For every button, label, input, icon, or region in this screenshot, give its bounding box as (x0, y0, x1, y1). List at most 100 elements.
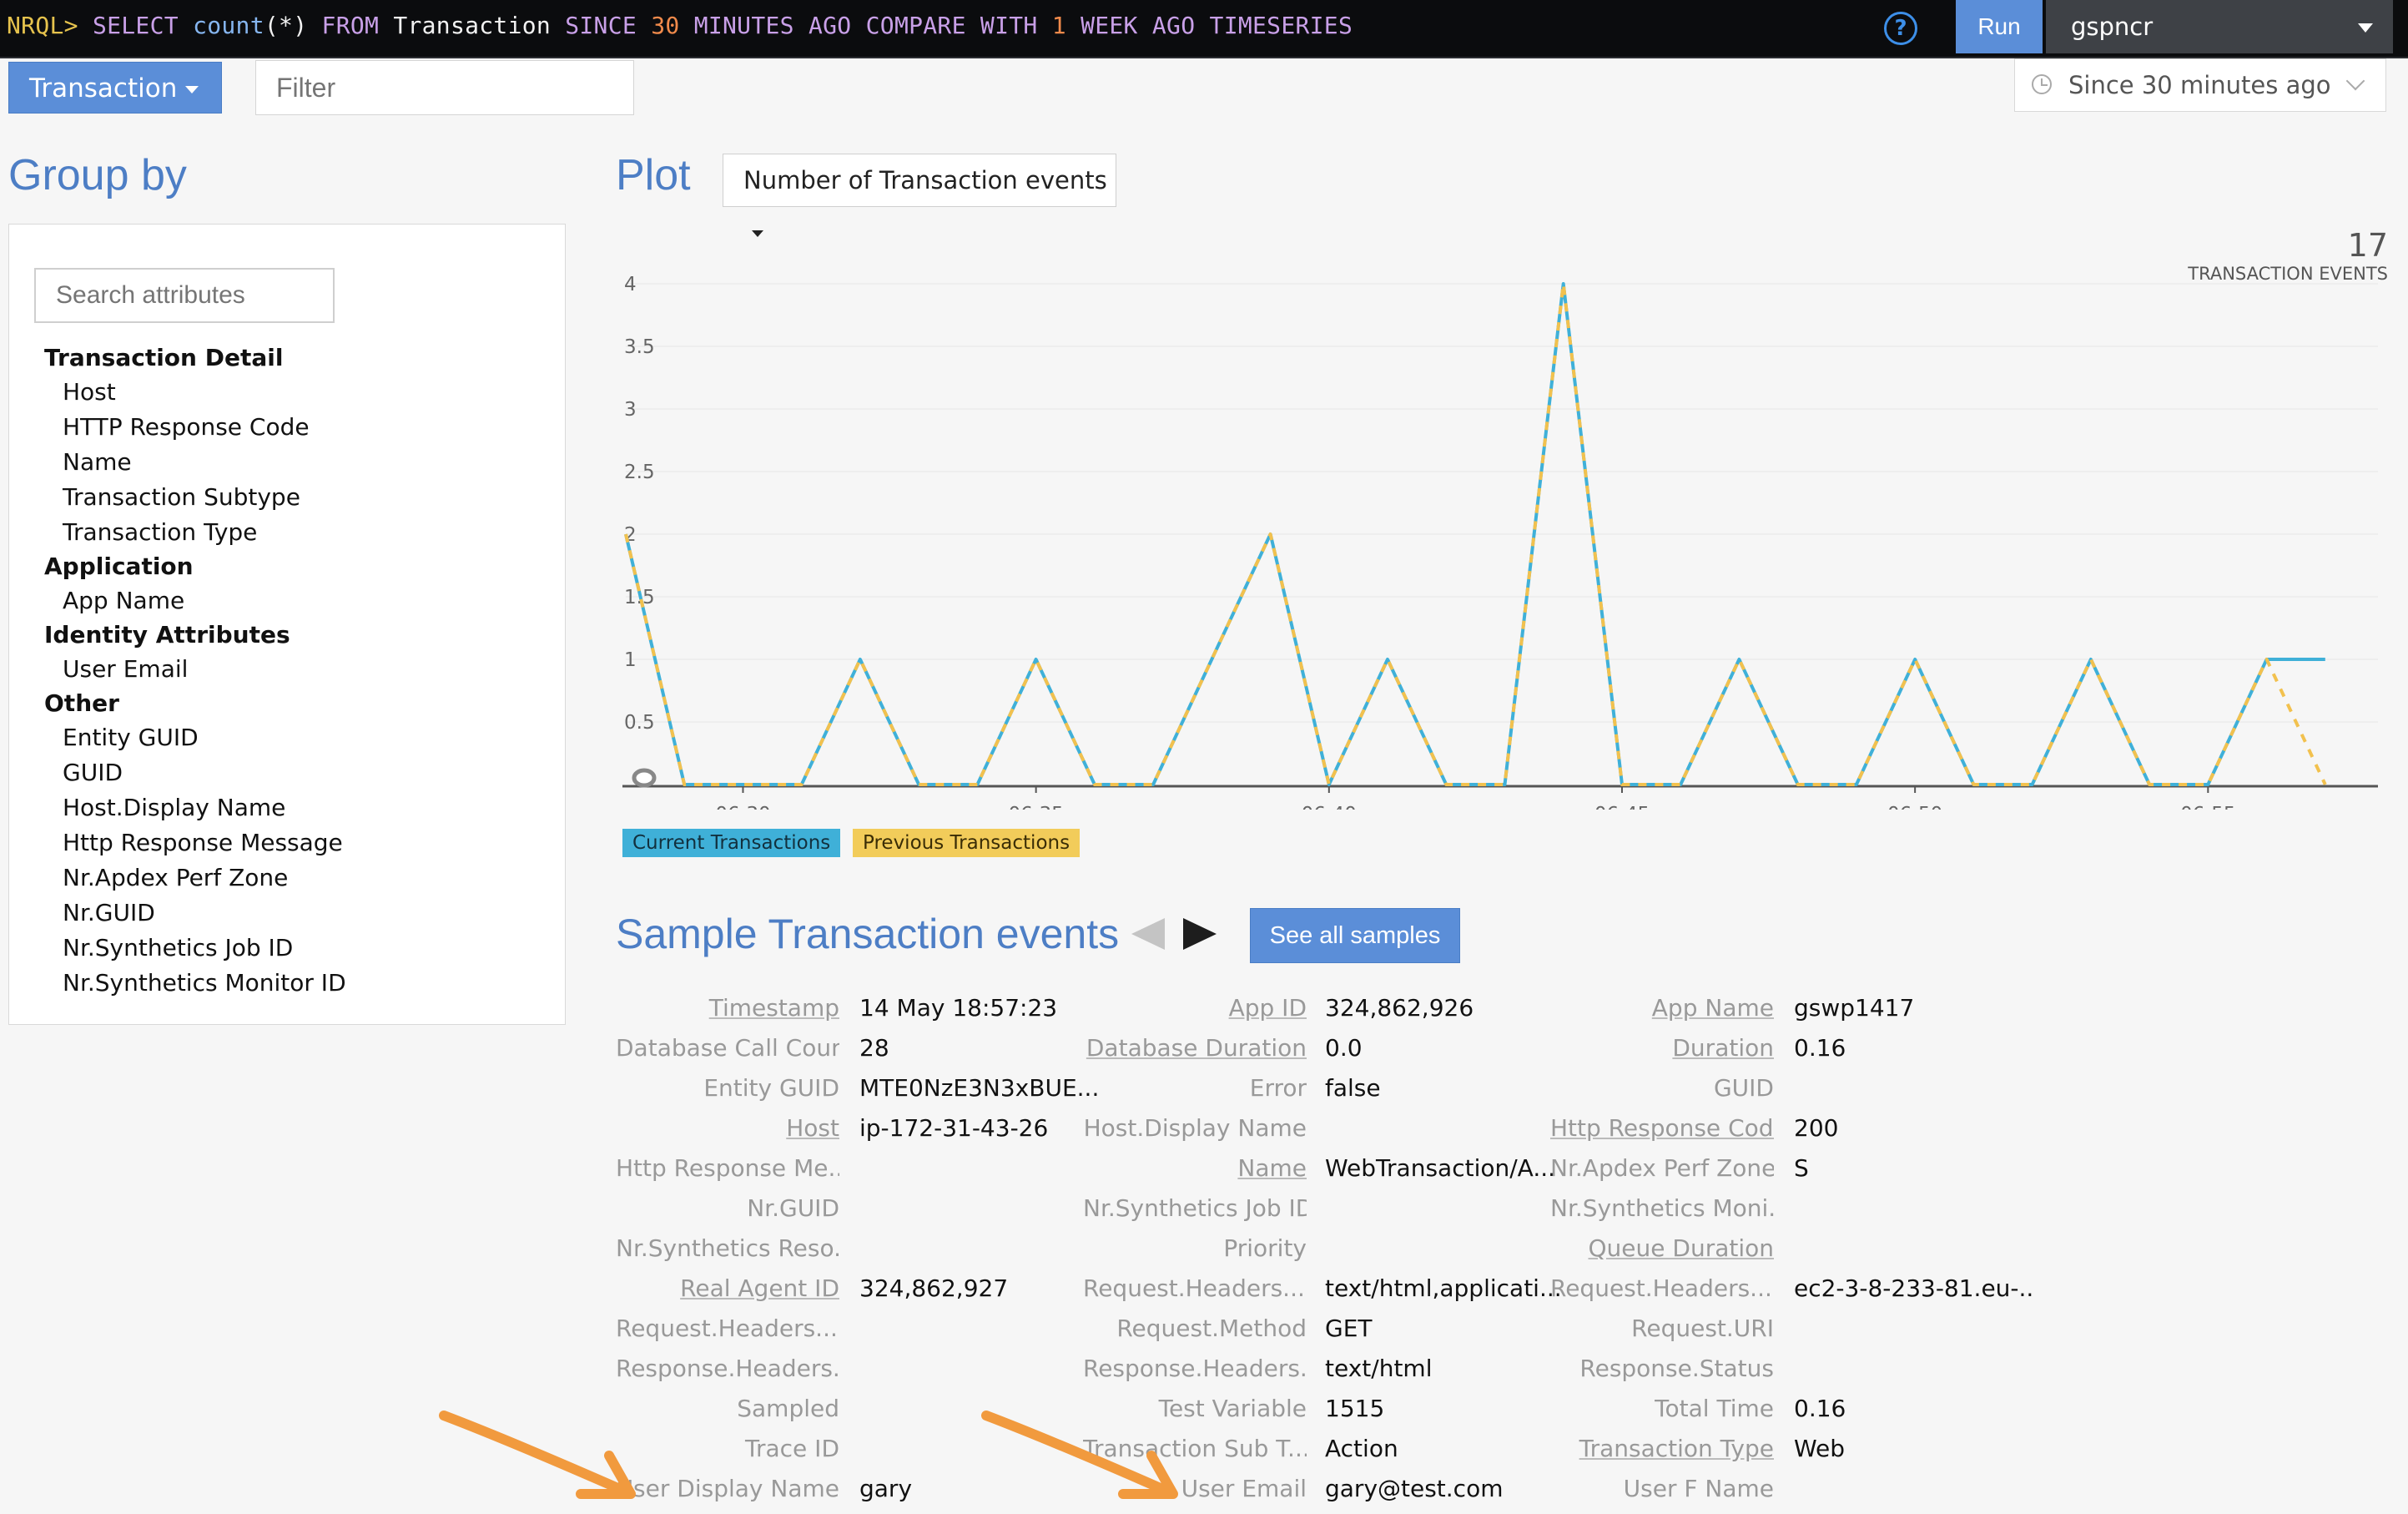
sample-attribute-label-text: Nr.Synthetics Job ID (1083, 1194, 1307, 1222)
run-button[interactable]: Run (1956, 0, 2043, 53)
nrql-token (179, 12, 193, 39)
sample-attribute-label-text: Real Agent ID (680, 1274, 839, 1302)
time-range-label: Since 30 minutes ago (2068, 71, 2331, 99)
sample-attribute-label-text: Response.Headers... (616, 1355, 839, 1382)
sample-attribute-label: Http Response Me... (616, 1153, 839, 1183)
help-icon[interactable]: ? (1884, 12, 1917, 45)
nrql-token (1066, 12, 1081, 39)
nrql-token: SELECT (92, 12, 179, 39)
y-tick-label: 3 (624, 399, 637, 421)
nrql-query-input[interactable]: NRQL> SELECT count(*) FROM Transaction S… (7, 12, 1353, 39)
filter-input[interactable] (255, 60, 634, 115)
attribute-item[interactable]: Nr.Apdex Perf Zone (44, 860, 545, 896)
y-tick-label: 0.5 (624, 712, 655, 734)
nrql-token (851, 12, 865, 39)
account-select[interactable]: gspncr (2046, 0, 2393, 53)
sample-attribute-label: User F Name (1550, 1474, 1774, 1504)
attribute-item[interactable]: Host (44, 375, 545, 410)
sample-attribute-label: Entity GUID (616, 1073, 839, 1103)
sample-attribute-label-text: Entity GUID (703, 1074, 839, 1102)
x-tick-label: 06:55 (2180, 804, 2235, 810)
attribute-item[interactable]: App Name (44, 583, 545, 618)
next-sample-icon[interactable] (1183, 918, 1217, 950)
sample-attribute-label-text: Transaction Type (1579, 1435, 1774, 1462)
sample-attribute-value (1794, 1073, 2036, 1103)
sample-attribute-value (859, 1153, 1101, 1183)
sample-attribute-value: S (1794, 1154, 1809, 1182)
sample-attribute-value: Web (1794, 1435, 1846, 1462)
attribute-item[interactable]: GUID (44, 755, 545, 790)
nrql-token: MINUTES (693, 12, 794, 39)
attribute-item[interactable]: Nr.Synthetics Monitor ID (44, 966, 545, 1001)
sample-attribute-label[interactable]: Duration (1550, 1033, 1774, 1063)
event-type-label: Transaction (29, 73, 178, 103)
nrql-token: WITH (980, 12, 1038, 39)
previous-sample-icon[interactable] (1131, 918, 1165, 950)
sample-attribute-label: Nr.Apdex Perf Zone (1550, 1153, 1774, 1183)
sample-attribute-label: Total Time (1550, 1394, 1774, 1424)
sample-attribute-value: 200 (1794, 1114, 1839, 1142)
sample-attribute-value (1325, 1234, 1567, 1264)
account-name: gspncr (2071, 13, 2154, 41)
nrql-token: 1 (1051, 12, 1066, 39)
legend-previous-transactions[interactable]: Previous Transactions (853, 829, 1081, 857)
attribute-item[interactable]: Nr.GUID (44, 896, 545, 931)
annotation-arrow (439, 1411, 636, 1499)
sample-attribute-label[interactable]: Transaction Type (1550, 1434, 1774, 1464)
nrql-token: WEEK (1081, 12, 1138, 39)
sample-attribute-label: Nr.Synthetics Reso... (616, 1234, 839, 1264)
x-tick-label: 06:40 (1302, 804, 1357, 810)
attribute-search-input[interactable] (34, 268, 335, 323)
attribute-item[interactable]: Transaction Type (44, 515, 545, 550)
sample-attribute-label-text: Http Response Me... (616, 1154, 839, 1182)
nrql-token (680, 12, 694, 39)
sample-attribute-label-text: Response.Headers.... (1083, 1355, 1307, 1382)
nrql-token: 30 (651, 12, 680, 39)
x-tick-label: 06:50 (1887, 804, 1942, 810)
attribute-item[interactable]: Entity GUID (44, 720, 545, 755)
nrql-token (1038, 12, 1052, 39)
sample-attribute-value (859, 1234, 1101, 1264)
plot-metric-dropdown[interactable]: Number of Transaction events (723, 154, 1116, 237)
x-tick-label: 06:35 (1008, 804, 1063, 810)
attribute-item[interactable]: User Email (44, 652, 545, 687)
sample-attribute-label-text: User Email (1181, 1475, 1307, 1502)
attribute-item[interactable]: Nr.Synthetics Job ID (44, 931, 545, 966)
see-all-samples-button[interactable]: See all samples (1250, 908, 1460, 963)
sample-attribute-label: Response.Headers.... (1083, 1354, 1307, 1384)
attribute-item[interactable]: HTTP Response Code (44, 410, 545, 445)
sample-attribute-value: gary@test.com (1325, 1475, 1504, 1502)
sample-attribute-value: 14 May 18:57:23 (859, 994, 1058, 1022)
chart-scrubber-icon[interactable] (632, 768, 657, 788)
sample-attribute-label[interactable]: App Name (1550, 993, 1774, 1023)
legend-current-transactions[interactable]: Current Transactions (622, 829, 841, 857)
sample-attribute-label: Error (1083, 1073, 1307, 1103)
time-range-select[interactable]: Since 30 minutes ago (2014, 58, 2386, 112)
y-tick-label: 4 (624, 274, 637, 295)
sample-attribute-label-text: App ID (1228, 994, 1307, 1022)
y-tick-label: 3.5 (624, 336, 655, 358)
event-type-dropdown[interactable]: Transaction (8, 62, 222, 114)
sample-attribute-label[interactable]: Database Duration (1083, 1033, 1307, 1063)
sample-attribute-label: Priority (1083, 1234, 1307, 1264)
sample-attribute-label[interactable]: Name (1083, 1153, 1307, 1183)
nrql-token: FROM (321, 12, 380, 39)
sample-attribute-label[interactable]: App ID (1083, 993, 1307, 1023)
sample-attribute-value: GET (1325, 1315, 1373, 1342)
caret-down-icon (2358, 23, 2373, 33)
sample-attribute-label[interactable]: Queue Duration (1550, 1234, 1775, 1264)
sample-attribute-label[interactable]: Real Agent ID (616, 1274, 839, 1304)
sample-attribute-value (1325, 1113, 1567, 1143)
sample-attribute-label[interactable]: Http Response Code (1550, 1113, 1774, 1143)
annotation-arrow (981, 1411, 1178, 1499)
sample-attribute-value (859, 1354, 1101, 1384)
sample-attribute-label[interactable]: Timestamp (616, 993, 839, 1023)
sample-attribute-label: GUID (1550, 1073, 1774, 1103)
sample-attribute-label[interactable]: Host (616, 1113, 839, 1143)
attribute-item[interactable]: Transaction Subtype (44, 480, 545, 515)
attribute-item[interactable]: Name (44, 445, 545, 480)
attribute-item[interactable]: Http Response Message (44, 825, 545, 860)
sample-attribute-value (1794, 1314, 2036, 1344)
attribute-item[interactable]: Host.Display Name (44, 790, 545, 825)
sample-attribute-label-text: Database Call Count (616, 1034, 839, 1062)
